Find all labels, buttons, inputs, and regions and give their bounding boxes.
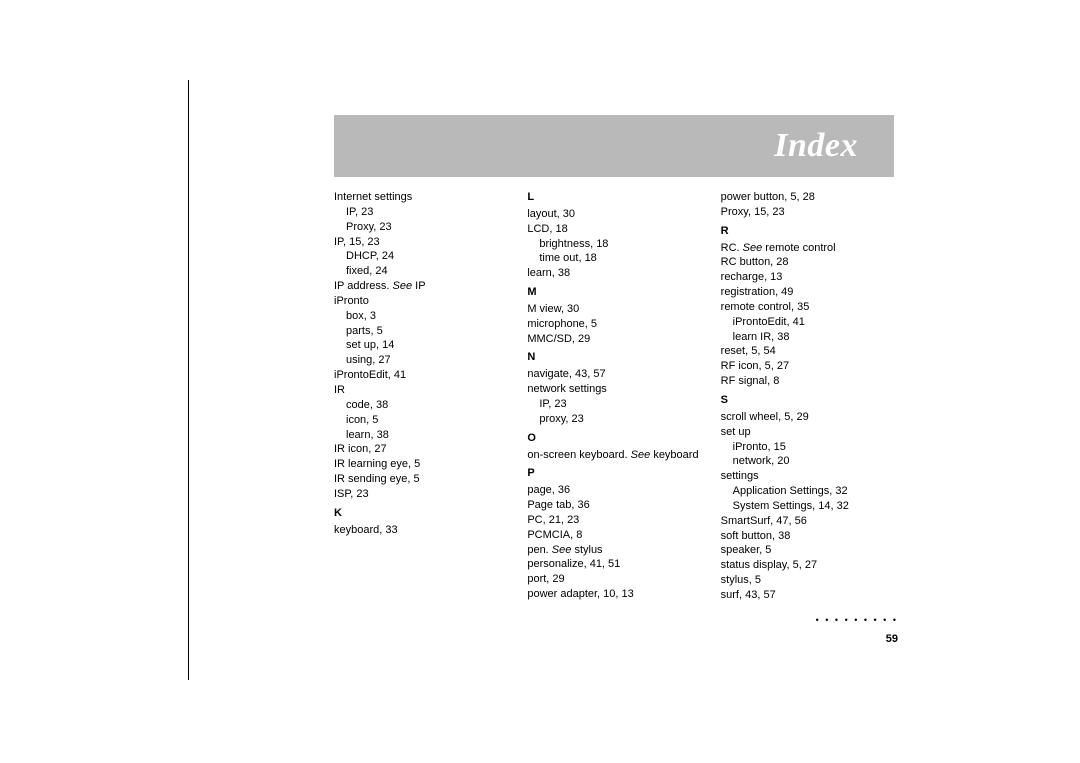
index-entry: reset, 5, 54 [721, 344, 894, 359]
index-subentry: iPronto, 15 [721, 440, 894, 455]
page-title: Index [774, 123, 858, 169]
index-entry: IR icon, 27 [334, 442, 507, 457]
index-entry: speaker, 5 [721, 543, 894, 558]
index-entry: network settings [527, 382, 700, 397]
index-subentry: code, 38 [334, 398, 507, 413]
index-entry: Internet settings [334, 190, 507, 205]
entry-target: keyboard [653, 449, 698, 461]
index-entry: stylus, 5 [721, 573, 894, 588]
index-entry: Proxy, 15, 23 [721, 205, 894, 220]
index-entry: IR [334, 383, 507, 398]
section-head-o: O [527, 431, 700, 446]
index-subentry: box, 3 [334, 309, 507, 324]
section-head-k: K [334, 506, 507, 521]
index-entry: settings [721, 469, 894, 484]
see-ref: See [393, 280, 416, 292]
index-col-2: L layout, 30 LCD, 18 brightness, 18 time… [527, 190, 700, 603]
index-entry: PCMCIA, 8 [527, 528, 700, 543]
index-subentry: using, 27 [334, 353, 507, 368]
index-entry: ISP, 23 [334, 487, 507, 502]
see-ref: See [743, 242, 766, 254]
entry-text: IP address. [334, 280, 393, 292]
index-subentry: fixed, 24 [334, 264, 507, 279]
index-entry: pen. See stylus [527, 543, 700, 558]
index-entry: set up [721, 425, 894, 440]
index-entry: Page tab, 36 [527, 498, 700, 513]
index-entry: learn, 38 [527, 266, 700, 281]
index-entry: SmartSurf, 47, 56 [721, 514, 894, 529]
index-entry: status display, 5, 27 [721, 558, 894, 573]
index-entry: RC button, 28 [721, 255, 894, 270]
index-entry: keyboard, 33 [334, 523, 507, 538]
index-col-1: Internet settings IP, 23 Proxy, 23 IP, 1… [334, 190, 507, 603]
index-subentry: learn IR, 38 [721, 330, 894, 345]
section-head-m: M [527, 285, 700, 300]
index-subentry: iProntoEdit, 41 [721, 315, 894, 330]
entry-target: IP [415, 280, 425, 292]
left-vertical-rule [188, 80, 189, 680]
index-entry: MMC/SD, 29 [527, 332, 700, 347]
index-entry: soft button, 38 [721, 529, 894, 544]
index-entry: surf, 43, 57 [721, 588, 894, 603]
see-ref: See [552, 544, 575, 556]
index-entry: PC, 21, 23 [527, 513, 700, 528]
index-subentry: set up, 14 [334, 338, 507, 353]
index-entry: registration, 49 [721, 285, 894, 300]
footer-dots: • • • • • • • • • [816, 614, 898, 626]
page: Index Internet settings IP, 23 Proxy, 23… [0, 0, 1080, 763]
index-entry: iProntoEdit, 41 [334, 368, 507, 383]
section-head-r: R [721, 224, 894, 239]
index-subentry: brightness, 18 [527, 237, 700, 252]
index-entry: power button, 5, 28 [721, 190, 894, 205]
index-entry: page, 36 [527, 483, 700, 498]
index-entry: LCD, 18 [527, 222, 700, 237]
index-entry: remote control, 35 [721, 300, 894, 315]
index-entry: personalize, 41, 51 [527, 557, 700, 572]
index-entry: IP, 15, 23 [334, 235, 507, 250]
index-entry: on-screen keyboard. See keyboard [527, 448, 700, 463]
entry-target: remote control [765, 242, 835, 254]
index-subentry: icon, 5 [334, 413, 507, 428]
index-subentry: parts, 5 [334, 324, 507, 339]
page-number: 59 [886, 632, 898, 647]
index-entry: M view, 30 [527, 302, 700, 317]
index-subentry: proxy, 23 [527, 412, 700, 427]
index-entry: iPronto [334, 294, 507, 309]
index-entry: RF icon, 5, 27 [721, 359, 894, 374]
index-entry: scroll wheel, 5, 29 [721, 410, 894, 425]
index-entry: layout, 30 [527, 207, 700, 222]
index-entry: RC. See remote control [721, 241, 894, 256]
entry-text: on-screen keyboard. [527, 449, 630, 461]
index-subentry: Application Settings, 32 [721, 484, 894, 499]
index-entry: RF signal, 8 [721, 374, 894, 389]
index-entry: microphone, 5 [527, 317, 700, 332]
index-entry: port, 29 [527, 572, 700, 587]
index-subentry: System Settings, 14, 32 [721, 499, 894, 514]
index-entry: recharge, 13 [721, 270, 894, 285]
index-entry: IR sending eye, 5 [334, 472, 507, 487]
entry-text: RC. [721, 242, 743, 254]
entry-text: pen. [527, 544, 551, 556]
index-subentry: learn, 38 [334, 428, 507, 443]
index-subentry: IP, 23 [527, 397, 700, 412]
index-subentry: DHCP, 24 [334, 249, 507, 264]
index-entry: IP address. See IP [334, 279, 507, 294]
index-entry: navigate, 43, 57 [527, 367, 700, 382]
index-entry: power adapter, 10, 13 [527, 587, 700, 602]
section-head-s: S [721, 393, 894, 408]
section-head-l: L [527, 190, 700, 205]
index-subentry: Proxy, 23 [334, 220, 507, 235]
index-subentry: network, 20 [721, 454, 894, 469]
header-banner: Index [334, 115, 894, 177]
entry-target: stylus [574, 544, 602, 556]
index-entry: IR learning eye, 5 [334, 457, 507, 472]
index-subentry: IP, 23 [334, 205, 507, 220]
section-head-p: P [527, 466, 700, 481]
index-subentry: time out, 18 [527, 251, 700, 266]
section-head-n: N [527, 350, 700, 365]
index-col-3: power button, 5, 28 Proxy, 15, 23 R RC. … [721, 190, 894, 603]
index-columns: Internet settings IP, 23 Proxy, 23 IP, 1… [334, 190, 894, 603]
see-ref: See [631, 449, 654, 461]
